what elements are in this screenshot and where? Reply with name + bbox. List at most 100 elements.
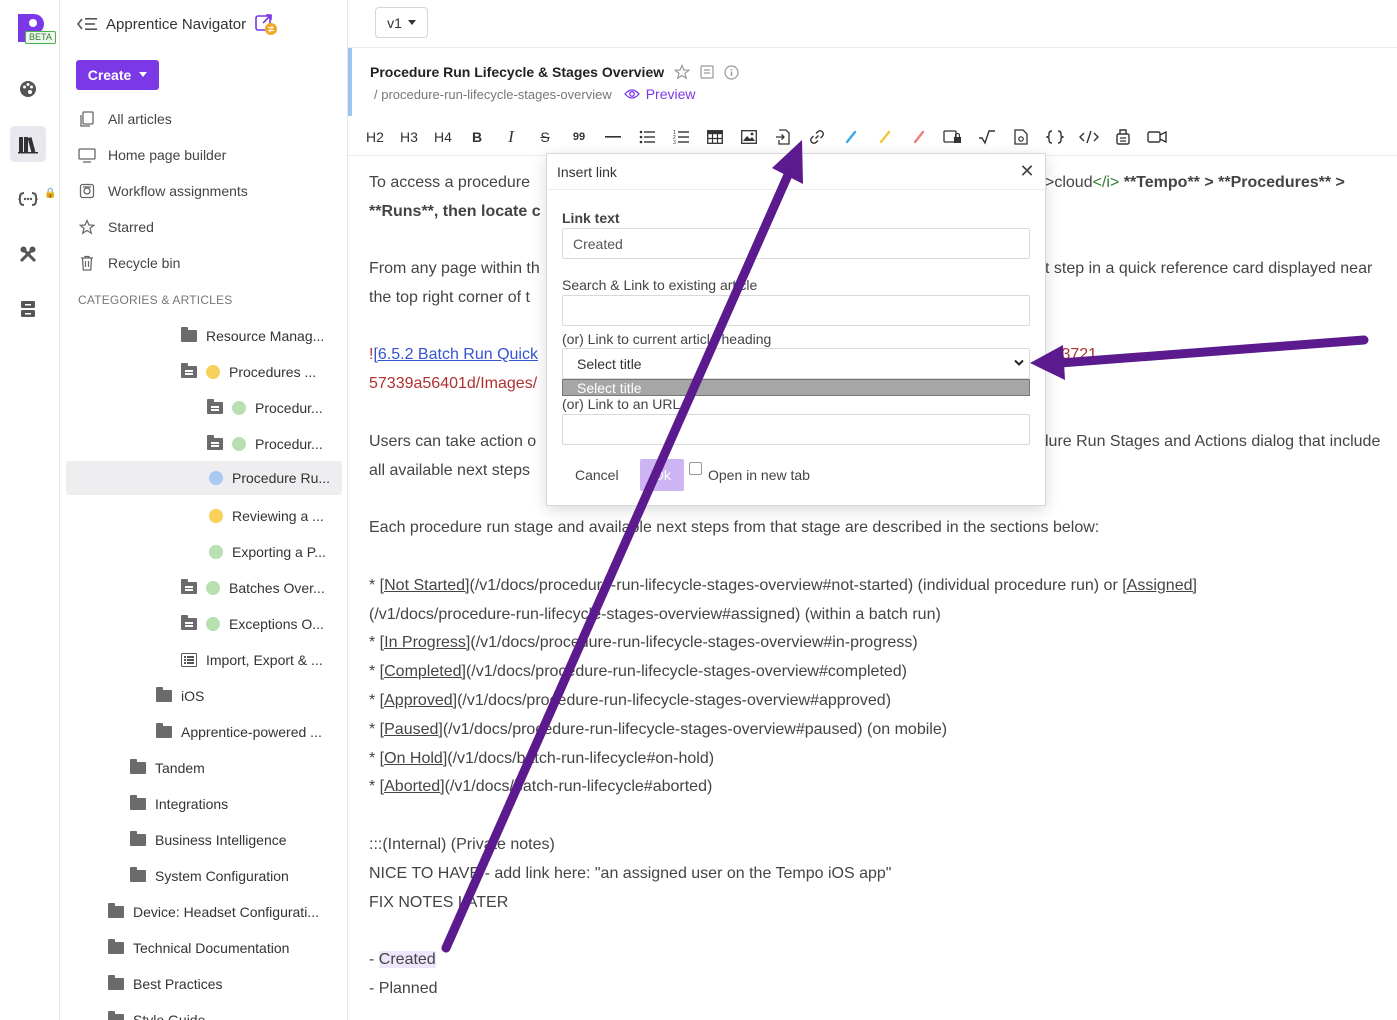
url-input[interactable] <box>562 414 1030 445</box>
heading-select[interactable]: Select title <box>562 348 1030 379</box>
nav-recycle-bin[interactable]: Recycle bin <box>78 254 180 272</box>
icon-rail: BETA 🔒 <box>0 0 60 1020</box>
tree-item[interactable]: Integrations <box>130 787 228 821</box>
highlight-yellow-icon[interactable] <box>868 122 902 152</box>
folder-icon <box>130 795 146 810</box>
rail-library-icon[interactable] <box>10 126 46 162</box>
preview-link[interactable]: Preview <box>623 86 696 102</box>
tree-item[interactable]: Best Practices <box>108 967 222 1001</box>
folder-list-icon <box>207 399 223 414</box>
folder-icon <box>156 687 172 702</box>
svg-text:3: 3 <box>673 140 676 144</box>
folder-icon <box>130 759 146 774</box>
version-select[interactable]: v1 <box>375 7 428 38</box>
rail-storage-icon[interactable] <box>10 291 46 327</box>
editor-toolbar: H2 H3 H4 B I S 99 123 <box>348 118 1397 156</box>
nav-home-page-builder[interactable]: Home page builder <box>78 146 226 164</box>
numbered-list-icon[interactable]: 123 <box>664 122 698 152</box>
folder-list-icon <box>207 435 223 450</box>
tree-item-selected[interactable]: Procedure Ru... <box>66 461 342 495</box>
tree-item[interactable]: System Configuration <box>130 859 289 893</box>
bullet-list-icon[interactable] <box>630 122 664 152</box>
insert-file-icon[interactable] <box>766 122 800 152</box>
status-dot-icon <box>206 365 220 379</box>
private-block-icon[interactable] <box>936 122 970 152</box>
status-dot-icon <box>232 401 246 415</box>
code-html-icon[interactable] <box>1072 122 1106 152</box>
tree-item[interactable]: Procedur... <box>207 427 323 461</box>
tree-item[interactable]: Apprentice-powered ... <box>156 715 322 749</box>
folder-icon <box>156 723 172 738</box>
tree-item[interactable]: Batches Over... <box>181 571 325 605</box>
rail-dashboard-icon[interactable] <box>10 71 46 107</box>
status-dot-icon <box>206 617 220 631</box>
code-braces-icon[interactable] <box>1038 122 1072 152</box>
tree-item[interactable]: Exporting a P... <box>209 535 326 569</box>
h2-button[interactable]: H2 <box>358 122 392 152</box>
horizontal-rule-icon[interactable] <box>596 122 630 152</box>
link-icon[interactable] <box>800 122 834 152</box>
tree-item[interactable]: Resource Manag... <box>181 319 324 353</box>
rail-api-icon[interactable] <box>10 181 46 217</box>
folder-icon <box>108 903 124 918</box>
workflow-icon <box>78 182 96 200</box>
tree-item[interactable]: Import, Export & ... <box>181 643 323 677</box>
document-icon[interactable] <box>1004 122 1038 152</box>
info-icon[interactable] <box>724 64 739 80</box>
tree-item[interactable]: Style Guide <box>108 1003 205 1020</box>
tree-item[interactable]: Business Intelligence <box>130 823 287 857</box>
h3-button[interactable]: H3 <box>392 122 426 152</box>
italic-button[interactable]: I <box>494 122 528 152</box>
chevron-down-icon <box>1014 359 1024 366</box>
collapse-sidebar-icon[interactable] <box>76 16 98 32</box>
lock-icon: 🔒 <box>44 188 57 199</box>
open-new-tab-checkbox[interactable] <box>689 462 702 475</box>
notes-icon[interactable] <box>700 65 714 79</box>
table-icon[interactable] <box>698 122 732 152</box>
video-icon[interactable] <box>1140 122 1174 152</box>
nav-starred[interactable]: Starred <box>78 218 154 236</box>
tree-item[interactable]: iOS <box>156 679 204 713</box>
h4-button[interactable]: H4 <box>426 122 460 152</box>
app-name: Apprentice Navigator <box>106 15 247 33</box>
rail-tools-icon[interactable] <box>10 236 46 272</box>
highlight-red-icon[interactable] <box>902 122 936 152</box>
link-text-label: Link text <box>562 210 620 226</box>
cancel-button[interactable]: Cancel <box>575 467 619 483</box>
tree-item[interactable]: Procedur... <box>207 391 323 425</box>
image-icon[interactable] <box>732 122 766 152</box>
highlight-blue-icon[interactable] <box>834 122 868 152</box>
bold-button[interactable]: B <box>460 122 494 152</box>
folder-icon <box>108 975 124 990</box>
close-icon[interactable]: ✕ <box>1019 162 1035 180</box>
star-icon[interactable] <box>674 64 691 80</box>
article-title-bar: Procedure Run Lifecycle & Stages Overvie… <box>348 48 1397 116</box>
tree-item[interactable]: Technical Documentation <box>108 931 289 965</box>
ok-button[interactable]: Ok <box>640 459 684 491</box>
sidebar: Apprentice Navigator Create All articles… <box>60 0 348 1020</box>
create-button[interactable]: Create <box>76 60 159 90</box>
math-icon[interactable] <box>970 122 1004 152</box>
external-switch-icon[interactable] <box>254 12 278 36</box>
nav-workflow-assignments[interactable]: Workflow assignments <box>78 182 248 200</box>
folder-icon <box>130 867 146 882</box>
status-dot-icon <box>209 509 223 523</box>
search-article-input[interactable] <box>562 295 1030 326</box>
dropdown-option-highlighted[interactable]: Select title <box>562 379 1030 396</box>
quote-button[interactable]: 99 <box>562 122 596 152</box>
insert-link-dialog: Insert link ✕ Link text Created Search &… <box>546 153 1046 506</box>
tree-item[interactable]: Device: Headset Configurati... <box>108 895 319 929</box>
status-dot-icon <box>209 471 223 485</box>
tree-item[interactable]: Exceptions O... <box>181 607 324 641</box>
nav-all-articles[interactable]: All articles <box>78 110 172 128</box>
strikethrough-button[interactable]: S <box>528 122 562 152</box>
file-copy-icon <box>78 110 96 128</box>
print-icon[interactable] <box>1106 122 1140 152</box>
tree-item[interactable]: Procedures ... <box>181 355 316 389</box>
tree-item[interactable]: Reviewing a ... <box>209 499 324 533</box>
selected-text: Created <box>378 951 436 968</box>
heading-label: (or) Link to current article heading <box>562 331 772 347</box>
tree-item[interactable]: Tandem <box>130 751 205 785</box>
url-label: (or) Link to an URL <box>562 396 681 412</box>
link-text-input[interactable]: Created <box>562 228 1030 259</box>
